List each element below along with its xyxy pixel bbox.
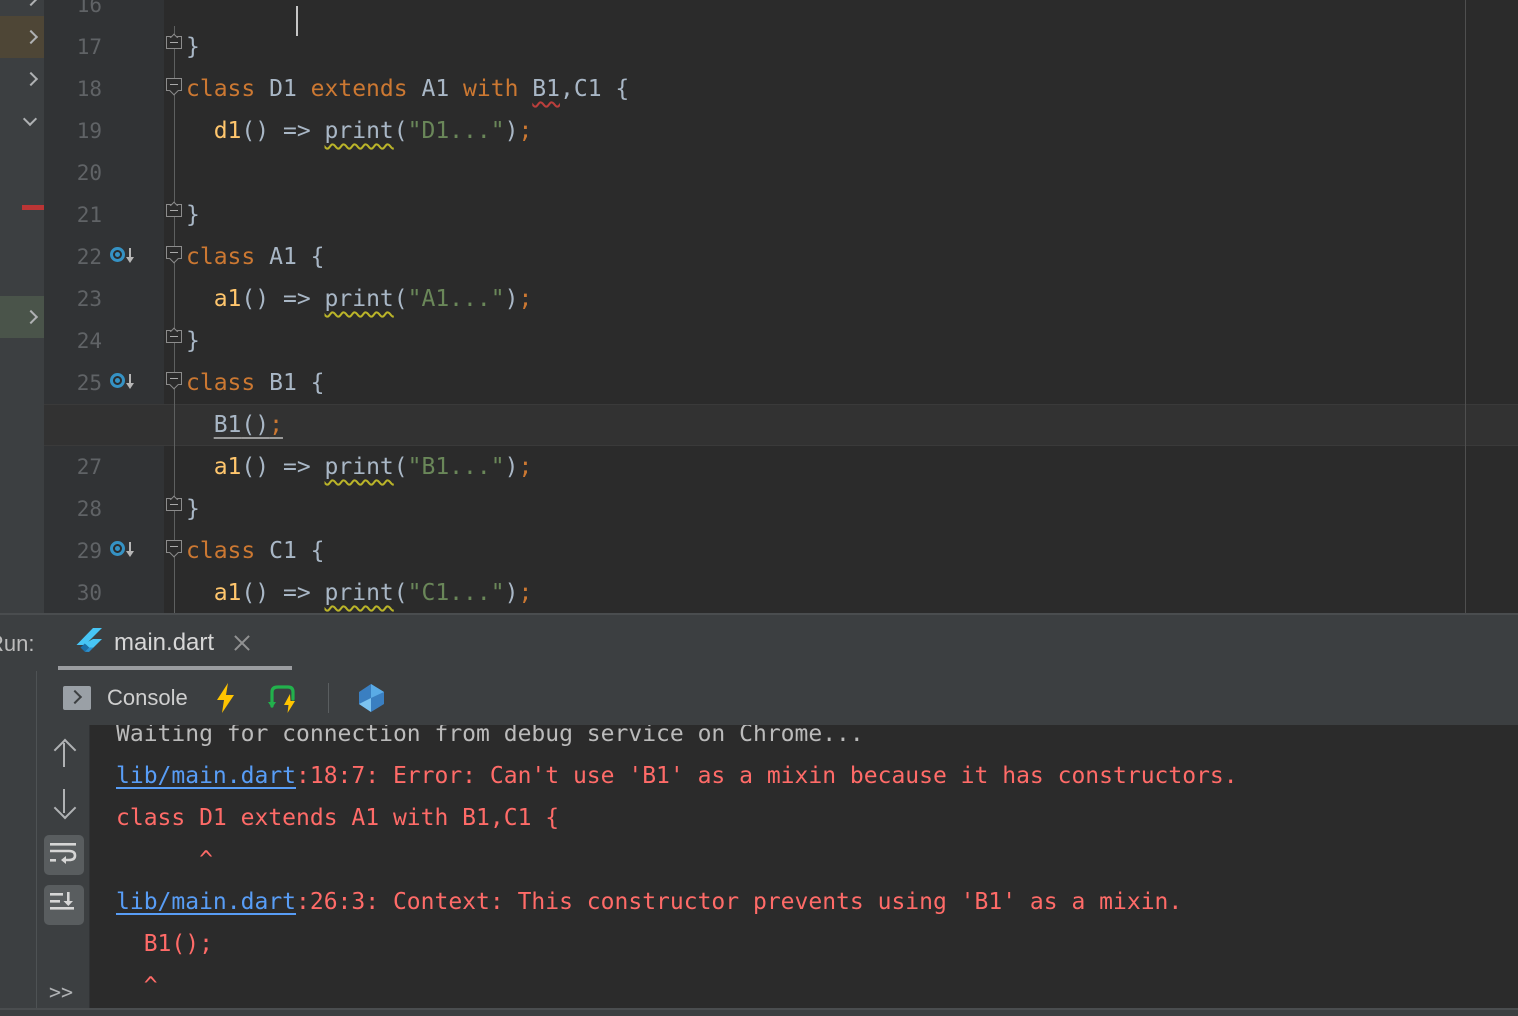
fold-start-icon[interactable] [166,540,183,557]
fold-start-icon[interactable] [166,372,183,389]
fold-start-icon[interactable] [166,246,183,263]
tree-row[interactable] [0,16,44,58]
tab-console[interactable]: Console [63,685,188,711]
code-line[interactable]: d1() => print("D1..."); [186,110,1518,152]
override-gutter-icon[interactable] [110,247,134,264]
toolbar-separator [327,683,329,713]
code-text[interactable]: } class D1 extends A1 with B1, C1 { d1() … [186,0,1518,615]
project-tree-strip[interactable] [0,0,44,615]
console-line: ^ [116,973,158,999]
run-panel-label: Run: [0,631,35,656]
close-icon[interactable] [232,633,252,653]
chevron-right-icon[interactable] [24,0,38,6]
arrow-up-icon [56,739,72,767]
line-number: 19 [76,119,102,143]
lightning-bolt-icon[interactable] [214,683,238,713]
code-line[interactable]: a1() => print("B1..."); [186,446,1518,488]
code-line[interactable]: a1() => print("A1..."); [186,278,1518,320]
code-line[interactable]: class A1 { [186,236,1518,278]
text-caret [296,6,298,36]
chevron-right-icon[interactable] [24,30,38,44]
code-editor[interactable]: 16 17 18 19 20 21 22 23 24 25 26 27 28 2… [0,0,1518,615]
scroll-to-end-button[interactable] [44,885,84,925]
line-number: 18 [76,77,102,101]
line-number: 17 [76,35,102,59]
source-link[interactable]: lib/main.dart [116,889,296,915]
scroll-down-button[interactable] [44,783,84,823]
code-line[interactable]: a1() => print("C1..."); [186,572,1518,614]
line-number: 24 [76,329,102,353]
code-line[interactable]: } [186,26,1518,68]
fold-end-icon[interactable] [166,204,183,221]
console-horizontal-scrollbar[interactable] [0,1010,1518,1016]
restart-lightning-icon[interactable] [266,683,298,713]
editor-gutter[interactable]: 16 17 18 19 20 21 22 23 24 25 26 27 28 2… [44,0,164,615]
code-line[interactable] [186,0,1518,26]
chevron-right-icon[interactable] [24,310,38,324]
run-tool-window: Run: main.dart [0,615,1518,1016]
code-line[interactable]: class B1 { [186,362,1518,404]
run-tab-title: main.dart [114,629,215,656]
console-line: B1(); [116,931,213,957]
console-line: class D1 extends A1 with B1,C1 { [116,805,560,831]
code-folding-column[interactable] [164,0,186,615]
console-tab-label: Console [107,685,188,710]
scroll-up-button[interactable] [44,733,84,773]
source-link[interactable]: lib/main.dart [116,763,296,789]
tree-row[interactable] [0,100,44,142]
run-tab-main-dart[interactable]: main.dart [58,615,266,671]
line-number: 27 [76,455,102,479]
console-output[interactable]: Waiting for connection from debug servic… [90,725,1518,1016]
line-number: 23 [76,287,102,311]
line-number: 21 [76,203,102,227]
code-line[interactable]: class D1 extends A1 with B1, C1 { [186,68,1518,110]
line-number: 22 [76,245,102,269]
vcs-modified-marker [22,205,44,210]
console-line: Waiting for connection from debug servic… [116,725,864,747]
console-line: ^ [116,847,213,873]
run-panel-header: Run: main.dart [0,615,1518,671]
arrow-down-icon [56,789,72,817]
line-number: 30 [76,581,102,605]
override-gutter-icon[interactable] [110,541,134,558]
console-line: lib/main.dart:18:7: Error: Can't use 'B1… [116,763,1238,789]
code-line[interactable] [186,152,1518,194]
line-number: 29 [76,539,102,563]
terminal-icon [63,686,91,710]
ide-window: 16 17 18 19 20 21 22 23 24 25 26 27 28 2… [0,0,1518,1016]
run-tab-active-underline [58,666,292,670]
console-toolbar: Console [36,671,1518,725]
fold-end-icon[interactable] [166,330,183,347]
fold-end-icon[interactable] [166,498,183,515]
line-number: 20 [76,161,102,185]
fold-start-icon[interactable] [166,78,183,95]
code-line[interactable]: } [186,320,1518,362]
right-margin-guide [1465,0,1466,615]
chevron-down-icon[interactable] [24,114,38,128]
line-number: 16 [76,0,102,17]
chevron-double-right-icon[interactable]: >> [49,980,81,1006]
code-line[interactable]: } [186,194,1518,236]
code-line[interactable]: class C1 { [186,530,1518,572]
console-line: lib/main.dart:26:3: Context: This constr… [116,889,1183,915]
fold-end-icon[interactable] [166,36,183,53]
code-line[interactable]: } [186,488,1518,530]
soft-wrap-button[interactable] [44,835,84,875]
chevron-right-icon[interactable] [24,72,38,86]
flutter-logo-icon [76,628,102,658]
console-side-toolbar: >> [36,725,90,1016]
dart-devtools-icon[interactable] [355,682,387,714]
code-line-current[interactable]: B1(); [186,404,1518,446]
line-number: 28 [76,497,102,521]
override-gutter-icon[interactable] [110,373,134,390]
tree-row[interactable] [0,58,44,100]
line-number: 25 [76,371,102,395]
tree-row[interactable] [0,296,44,338]
